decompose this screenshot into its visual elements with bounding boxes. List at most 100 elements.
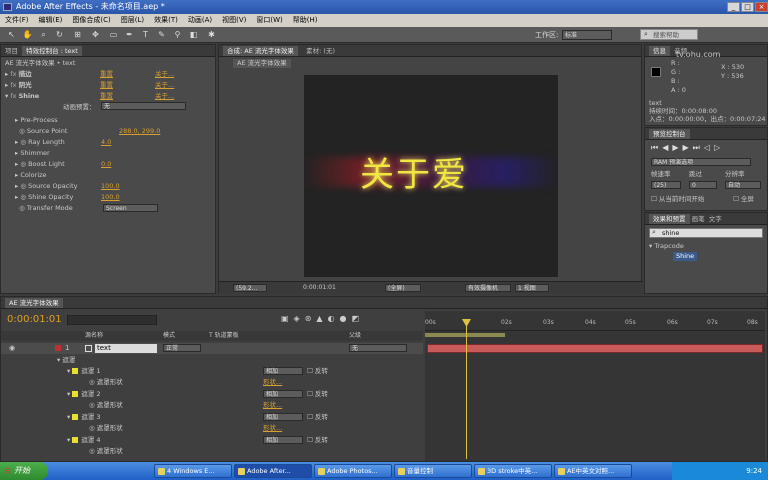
comp-timecode[interactable]: 0:00:01:01 xyxy=(303,284,336,291)
rectangle-tool-icon[interactable]: ▭ xyxy=(108,29,119,40)
timeline-timecode[interactable]: 0:00:01:01 xyxy=(7,314,62,325)
workspace-select[interactable]: 标准 xyxy=(562,30,612,40)
selection-tool-icon[interactable]: ↖ xyxy=(6,29,17,40)
ram-preview-select[interactable]: RAM 预演选项 xyxy=(651,158,751,166)
mask-row[interactable]: ▾ 遮罩 4 xyxy=(67,435,101,445)
pan-behind-tool-icon[interactable]: ✥ xyxy=(90,29,101,40)
ray-length-value[interactable]: 4.0 xyxy=(101,137,111,147)
skip-select[interactable]: 0 xyxy=(689,181,717,189)
mask-row[interactable]: ▾ 遮罩 1 xyxy=(67,366,101,376)
taskbar-item-volume[interactable]: 音量控制 xyxy=(394,464,472,478)
taskbar-item-ae-glossary[interactable]: AE中英文对照... xyxy=(554,464,632,478)
fullscreen-checkbox[interactable]: ☐ 全屏 xyxy=(733,194,754,204)
taskbar-item-photoshop[interactable]: Adobe Photos... xyxy=(314,464,392,478)
mask-row[interactable]: ▾ 遮罩 2 xyxy=(67,389,101,399)
layer-duration-bar[interactable] xyxy=(427,344,763,353)
tab-preview[interactable]: 预览控制台 xyxy=(649,129,690,139)
comp-subtab[interactable]: AE 流光字体效果 xyxy=(233,59,291,68)
menu-window[interactable]: 窗口(W) xyxy=(256,16,282,24)
resolution-select[interactable]: (全屏) xyxy=(385,284,421,292)
zoom-select[interactable]: (59.2... xyxy=(233,284,267,292)
tab-effects-presets[interactable]: 效果和预置 xyxy=(649,214,690,224)
time-ruler[interactable]: 00s 02s 03s 04s 05s 06s 07s 08s xyxy=(425,319,765,331)
effect-item-shine[interactable]: Shine xyxy=(673,252,698,261)
parent-select[interactable]: 无 xyxy=(349,344,407,352)
transfer-mode-select[interactable]: Screen xyxy=(103,204,158,212)
rotate-tool-icon[interactable]: ↻ xyxy=(54,29,65,40)
mask-invert-checkbox[interactable]: ☐ 反转 xyxy=(307,435,328,445)
mask-mode-select[interactable]: 相加 xyxy=(263,436,303,444)
about-link[interactable]: 关于... xyxy=(155,91,174,101)
effect-row[interactable]: ▸ fx 描边 重置 关于... xyxy=(5,69,210,79)
mask-mode-select[interactable]: 相加 xyxy=(263,413,303,421)
prop-shine-opacity[interactable]: ▸ ◎ Shine Opacity 100.0 xyxy=(15,192,205,202)
resolution-preview-select[interactable]: 自动 xyxy=(725,181,761,189)
timeline-switches-icons[interactable]: ▣◈⊛▲◐●◩ xyxy=(281,314,411,326)
menu-view[interactable]: 视图(V) xyxy=(222,16,246,24)
prop-source-point[interactable]: ◎ Source Point 288.0, 299.0 xyxy=(15,126,205,136)
prop-shimmer[interactable]: ▸ Shimmer xyxy=(15,148,50,158)
about-link[interactable]: 关于... xyxy=(155,80,174,90)
tab-project[interactable]: 项目 xyxy=(5,47,18,55)
reset-link[interactable]: 重置 xyxy=(100,69,113,79)
views-select[interactable]: 1 视图 xyxy=(515,284,549,292)
menu-file[interactable]: 文件(F) xyxy=(5,16,29,24)
tab-info[interactable]: 信息 xyxy=(649,46,670,56)
comp-viewer[interactable]: 关于爱 xyxy=(304,75,558,277)
tab-text[interactable]: 文字 xyxy=(709,215,722,223)
prop-source-opacity[interactable]: ▸ ◎ Source Opacity 100.0 xyxy=(15,181,205,191)
mask-shape-row[interactable]: ◎ 遮罩形状 xyxy=(89,446,123,456)
from-current-checkbox[interactable]: ☐ 从当前时间开始 xyxy=(651,194,704,204)
help-search-input[interactable]: 搜索帮助 xyxy=(640,29,698,40)
tab-footage[interactable]: 素材: (无) xyxy=(306,47,335,55)
prop-ray-length[interactable]: ▸ ◎ Ray Length 4.0 xyxy=(15,137,205,147)
timeline-search-input[interactable] xyxy=(67,315,157,325)
minimize-button[interactable]: _ xyxy=(727,2,740,12)
taskbar-item-3dstroke[interactable]: 3D stroke中英... xyxy=(474,464,552,478)
layer-mode-select[interactable]: 正常 xyxy=(163,344,201,352)
menu-animation[interactable]: 动画(A) xyxy=(188,16,212,24)
camera-tool-icon[interactable]: ⊞ xyxy=(72,29,83,40)
hand-tool-icon[interactable]: ✋ xyxy=(22,29,33,40)
mask-shape-row[interactable]: ◎ 遮罩形状 xyxy=(89,423,123,433)
timeline-track-area[interactable]: 00s 02s 03s 04s 05s 06s 07s 08s xyxy=(425,311,765,461)
mask-shape-value[interactable]: 形状... xyxy=(263,400,282,410)
work-area-bar[interactable] xyxy=(425,333,505,337)
playhead[interactable] xyxy=(466,319,467,459)
comp-text[interactable]: 关于爱 xyxy=(360,147,468,196)
boost-light-value[interactable]: 0.0 xyxy=(101,159,111,169)
preset-select[interactable]: 无 xyxy=(101,102,186,110)
visibility-icon[interactable]: ◉ xyxy=(9,344,15,352)
menu-composition[interactable]: 图像合成(C) xyxy=(72,16,110,24)
prop-boost-light[interactable]: ▸ ◎ Boost Light 0.0 xyxy=(15,159,205,169)
menu-effect[interactable]: 效果(T) xyxy=(154,16,178,24)
mask-invert-checkbox[interactable]: ☐ 反转 xyxy=(307,389,328,399)
category-trapcode[interactable]: ▾ Trapcode xyxy=(649,241,684,251)
mask-shape-row[interactable]: ◎ 遮罩形状 xyxy=(89,400,123,410)
shine-opacity-value[interactable]: 100.0 xyxy=(101,192,120,202)
prop-pre-process[interactable]: ▸ Pre-Process xyxy=(15,115,58,125)
pen-tool-icon[interactable]: ✒ xyxy=(124,29,135,40)
eraser-tool-icon[interactable]: ◧ xyxy=(188,29,199,40)
zoom-tool-icon[interactable]: ⌕ xyxy=(38,29,49,40)
mask-row[interactable]: ▾ 遮罩 3 xyxy=(67,412,101,422)
mask-invert-checkbox[interactable]: ☐ 反转 xyxy=(307,412,328,422)
source-opacity-value[interactable]: 100.0 xyxy=(101,181,120,191)
maximize-button[interactable]: □ xyxy=(741,2,754,12)
mask-shape-value[interactable]: 形状... xyxy=(263,377,282,387)
mask-mode-select[interactable]: 相加 xyxy=(263,390,303,398)
reset-link[interactable]: 重置 xyxy=(100,80,113,90)
menu-help[interactable]: 帮助(H) xyxy=(293,16,318,24)
mask-shape-value[interactable]: 形状... xyxy=(263,423,282,433)
mask-mode-select[interactable]: 相加 xyxy=(263,367,303,375)
puppet-tool-icon[interactable]: ✱ xyxy=(206,29,217,40)
source-point-value[interactable]: 288.0, 299.0 xyxy=(119,126,160,136)
text-tool-icon[interactable]: T xyxy=(140,29,151,40)
mask-group[interactable]: ▾ 遮罩 xyxy=(57,355,75,365)
brush-tool-icon[interactable]: ✎ xyxy=(156,29,167,40)
mask-invert-checkbox[interactable]: ☐ 反转 xyxy=(307,366,328,376)
reset-link[interactable]: 重置 xyxy=(100,91,113,101)
about-link[interactable]: 关于... xyxy=(155,69,174,79)
layer-label-color[interactable] xyxy=(55,345,61,351)
taskbar-item-explorer[interactable]: 4 Windows E... xyxy=(154,464,232,478)
